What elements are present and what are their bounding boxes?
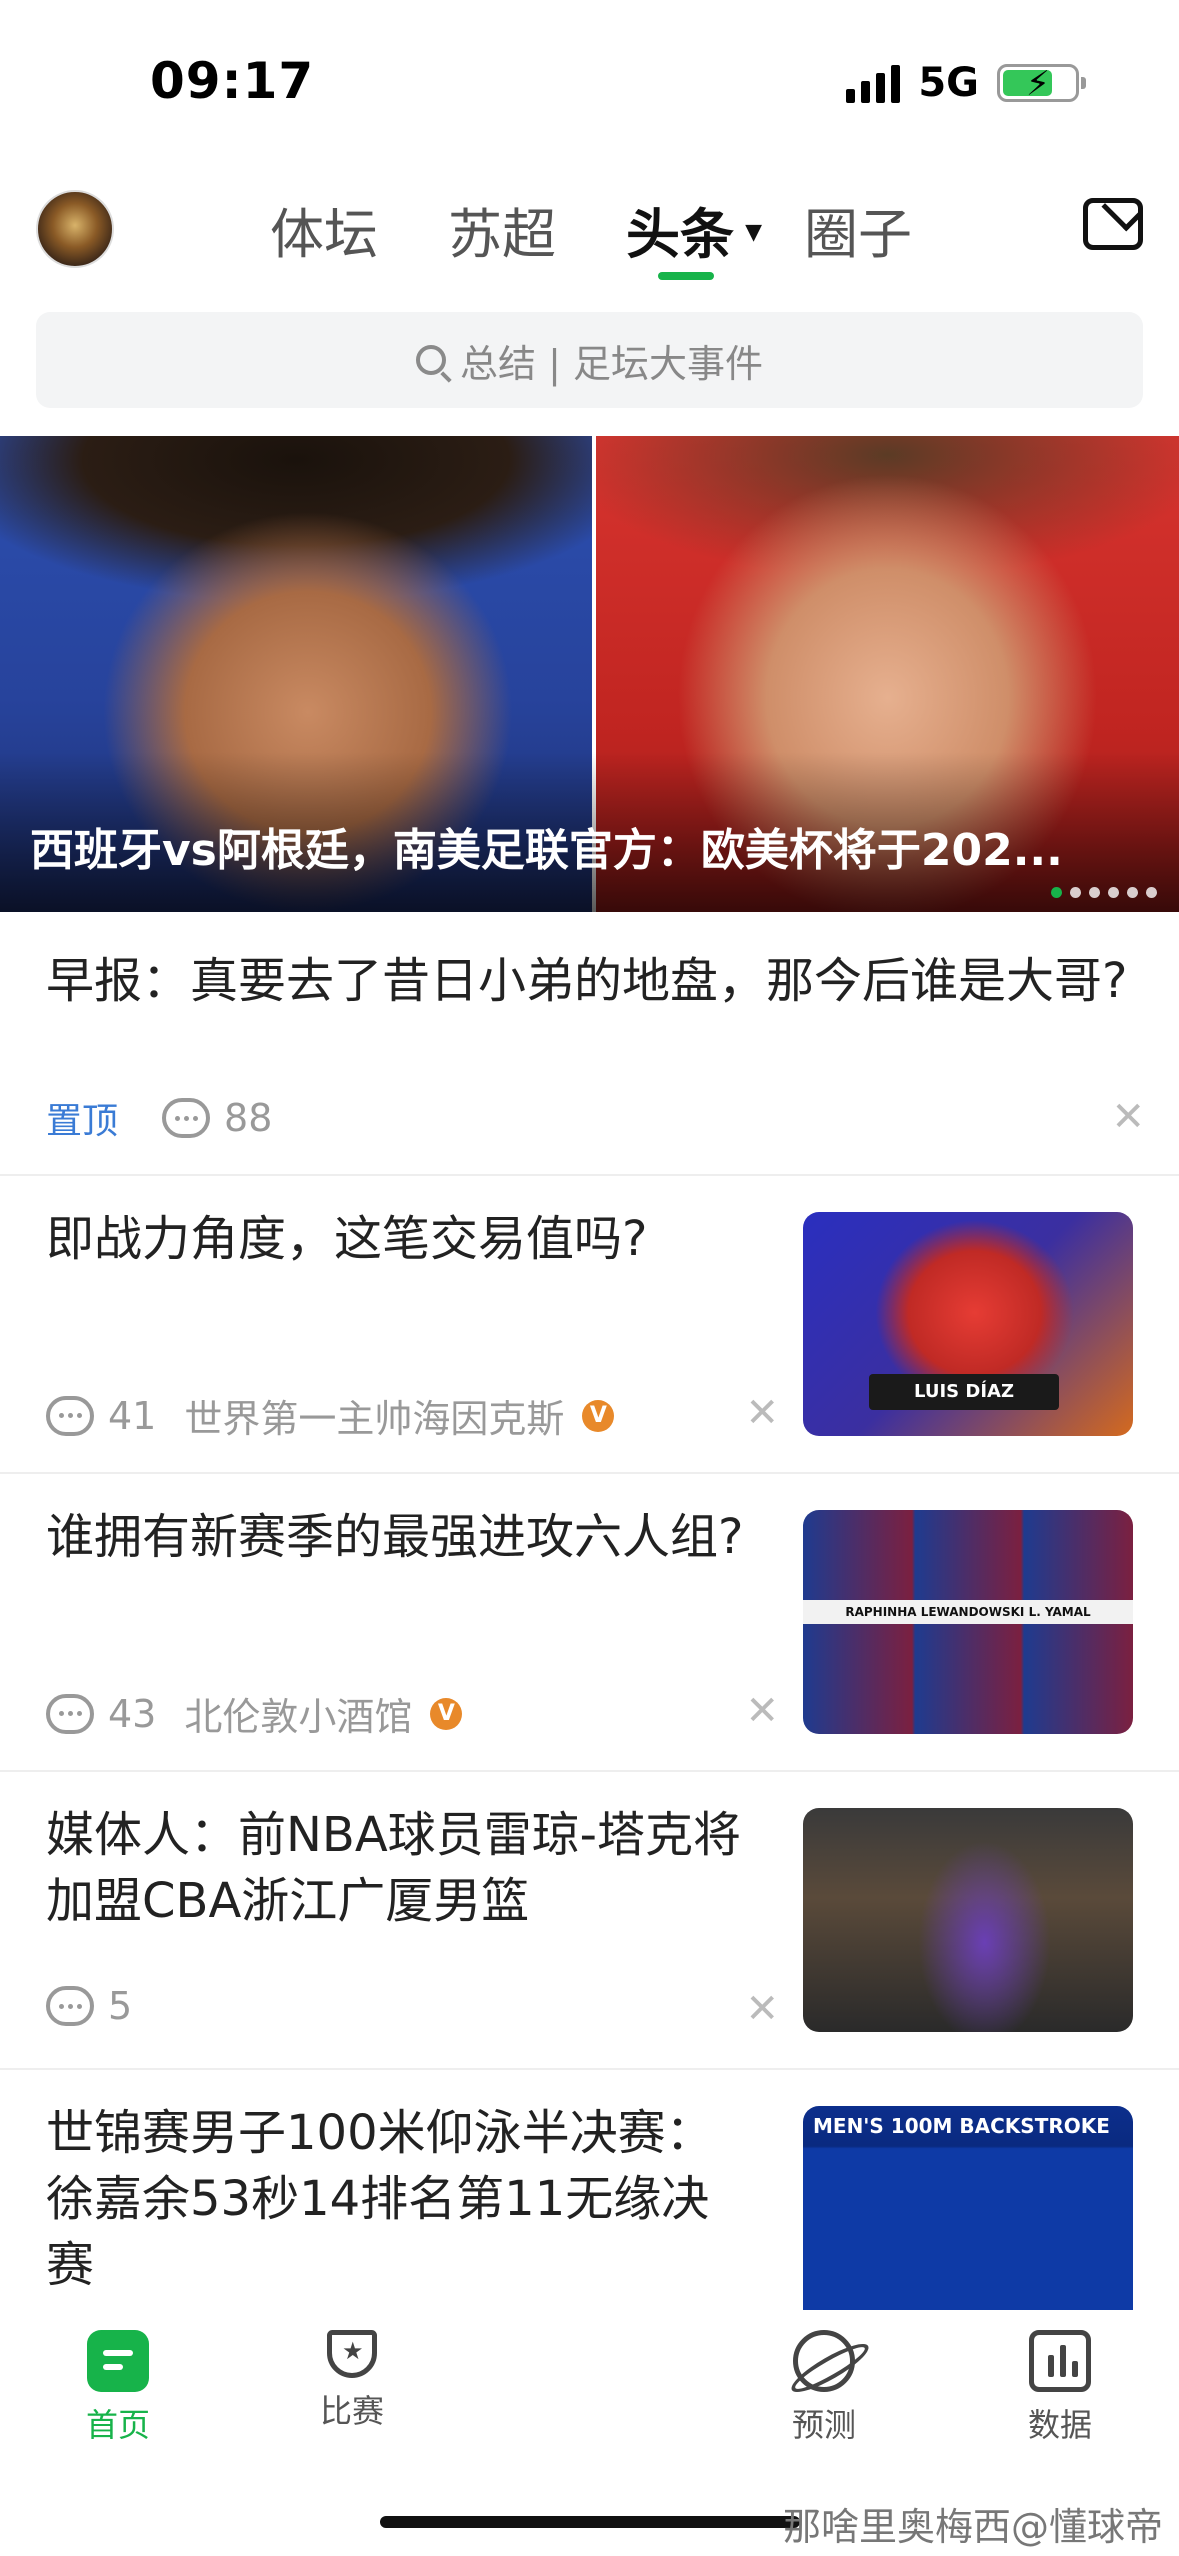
news-title: 即战力角度，这笔交易值吗? [46, 1211, 648, 1267]
news-title: 世锦赛男子100米仰泳半决赛：徐嘉余53秒14排名第11无缘决赛 [46, 2105, 714, 2293]
dismiss-icon[interactable]: ✕ [745, 1688, 779, 1734]
pinned-tag: 置顶 [46, 1101, 119, 1142]
comment-count: 5 [108, 1984, 133, 2028]
channel-tabs: 体坛 苏超 头条 ▼ 圈子 [270, 190, 912, 280]
top-header: 体坛 苏超 头条 ▼ 圈子 [0, 180, 1179, 290]
verified-badge: V [582, 1399, 615, 1432]
tab-sports[interactable]: 体坛 [270, 190, 378, 269]
banner-title: 西班牙vs阿根廷，南美足联官方：欧美杯将于202... [30, 825, 1063, 876]
news-title: 谁拥有新赛季的最强进攻六人组? [46, 1509, 744, 1565]
news-item[interactable]: 世锦赛男子100米仰泳半决赛：徐嘉余53秒14排名第11无缘决赛 MEN'S 1… [0, 2070, 1179, 2330]
mail-icon[interactable] [1083, 198, 1143, 250]
tab-headlines[interactable]: 头条 ▼ [626, 190, 762, 280]
banner-dot [1051, 887, 1062, 898]
avatar[interactable] [36, 190, 114, 268]
status-indicators: 5G ⚡ [846, 60, 1086, 106]
banner-dot [1127, 887, 1138, 898]
news-feed: 早报：真要去了昔日小弟的地盘，那今后谁是大哥? 置顶 88 ✕ 即战力角度，这笔… [0, 912, 1179, 2330]
news-item[interactable]: 即战力角度，这笔交易值吗? 41 世界第一主帅海因克斯 V ✕ LUIS DÍA… [0, 1176, 1179, 1474]
banner-dot [1089, 887, 1100, 898]
thumb-caption: LUIS DÍAZ [914, 1381, 1014, 1402]
dismiss-icon[interactable]: ✕ [745, 1986, 779, 2032]
news-title: 早报：真要去了昔日小弟的地盘，那今后谁是大哥? [46, 953, 1128, 1009]
news-source: 北伦敦小酒馆 [184, 1695, 413, 1739]
thumb-caption: RAPHINHA LEWANDOWSKI L. YAMAL [845, 1605, 1091, 1619]
news-meta: 43 北伦敦小酒馆 V [46, 1686, 463, 1741]
tab-headlines-label: 头条 [626, 203, 734, 266]
thumb-caption-bar: LUIS DÍAZ [869, 1374, 1059, 1410]
thumb-caption: MEN'S 100M BACKSTROKE [813, 2114, 1110, 2138]
banner-dot [1146, 887, 1157, 898]
comment-icon [162, 1098, 211, 1138]
bottom-tab-bar: 首页 比赛 预测 数据 [0, 2310, 1179, 2480]
search-icon [416, 345, 447, 375]
network-type: 5G [918, 60, 979, 106]
headline-banner[interactable]: 西班牙vs阿根廷，南美足联官方：欧美杯将于202... [0, 436, 1179, 912]
tab-predict[interactable]: 预测 [754, 2330, 894, 2446]
tab-home-label: 首页 [85, 2406, 150, 2444]
tab-home[interactable]: 首页 [48, 2330, 188, 2446]
news-meta: 41 世界第一主帅海因克斯 V [46, 1388, 615, 1443]
news-meta: 5 [46, 1984, 132, 2028]
home-indicator[interactable] [380, 2516, 800, 2528]
tab-suchao[interactable]: 苏超 [448, 190, 556, 269]
banner-dot [1108, 887, 1119, 898]
news-thumbnail: LUIS DÍAZ [803, 1212, 1133, 1436]
banner-page-dots [1051, 887, 1157, 898]
verified-badge: V [430, 1697, 463, 1730]
home-icon [87, 2330, 149, 2392]
bar-chart-icon [1029, 2330, 1091, 2392]
dismiss-icon[interactable]: ✕ [745, 1390, 779, 1436]
active-tab-indicator [658, 272, 714, 280]
tab-matches[interactable]: 比赛 [282, 2330, 422, 2432]
tab-circle[interactable]: 圈子 [804, 190, 912, 269]
news-title: 媒体人：前NBA球员雷琼-塔克将加盟CBA浙江广厦男篮 [46, 1807, 741, 1929]
thumb-caption-bar: RAPHINHA LEWANDOWSKI L. YAMAL [803, 1600, 1133, 1624]
news-source: 世界第一主帅海因克斯 [184, 1397, 565, 1441]
trophy-icon [327, 2330, 377, 2378]
battery-icon: ⚡ [997, 64, 1086, 104]
comment-count: 41 [108, 1393, 157, 1438]
caret-down-icon: ▼ [745, 220, 762, 245]
comment-count: 88 [224, 1096, 273, 1140]
comment-icon [46, 1986, 94, 2026]
tab-data[interactable]: 数据 [990, 2330, 1130, 2446]
planet-icon [793, 2330, 855, 2392]
tab-predict-label: 预测 [791, 2406, 856, 2444]
search-bar[interactable]: 总结 | 足坛大事件 [36, 312, 1143, 408]
watermark: 那啥里奥梅西@懂球帝 [782, 2505, 1163, 2549]
news-thumbnail: RAPHINHA LEWANDOWSKI L. YAMAL [803, 1510, 1133, 1734]
status-time: 09:17 [150, 52, 315, 110]
news-thumbnail: MEN'S 100M BACKSTROKE [803, 2106, 1133, 2330]
news-item[interactable]: 谁拥有新赛季的最强进攻六人组? 43 北伦敦小酒馆 V ✕ RAPHINHA L… [0, 1474, 1179, 1772]
news-meta: 置顶 88 [46, 1092, 272, 1144]
comment-icon [46, 1395, 94, 1436]
dismiss-icon[interactable]: ✕ [1111, 1094, 1145, 1140]
comment-icon [46, 1693, 94, 1734]
news-item[interactable]: 媒体人：前NBA球员雷琼-塔克将加盟CBA浙江广厦男篮 5 ✕ [0, 1772, 1179, 2070]
status-bar: 09:17 5G ⚡ [0, 0, 1179, 160]
news-thumbnail [803, 1808, 1133, 2032]
comment-count: 43 [108, 1691, 157, 1736]
banner-dot [1070, 887, 1081, 898]
news-item-pinned[interactable]: 早报：真要去了昔日小弟的地盘，那今后谁是大哥? 置顶 88 ✕ [0, 912, 1179, 1176]
tab-matches-label: 比赛 [319, 2392, 384, 2430]
tab-data-label: 数据 [1027, 2406, 1092, 2444]
search-placeholder: 总结 | 足坛大事件 [460, 341, 763, 386]
signal-icon [846, 63, 901, 103]
